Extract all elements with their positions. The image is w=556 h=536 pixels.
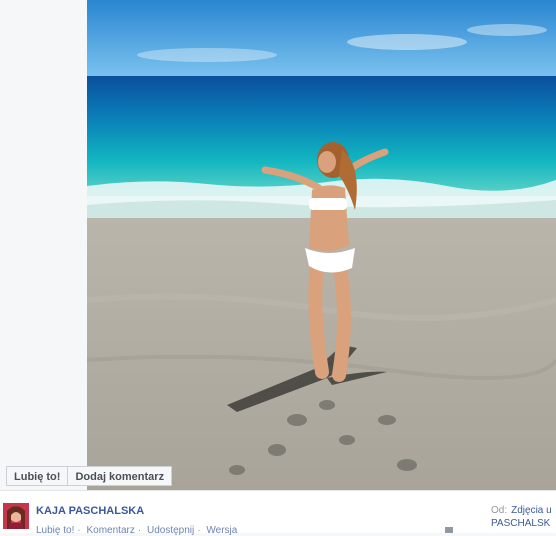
like-button[interactable]: Lubię to! xyxy=(6,466,69,486)
from-prefix: Od: xyxy=(491,505,508,516)
beach-photo xyxy=(87,0,556,490)
separator: · xyxy=(137,525,142,536)
photo-action-buttons: Lubię to! Dodaj komentarz xyxy=(6,466,173,486)
left-gutter xyxy=(0,0,87,490)
avatar-image xyxy=(3,503,29,529)
separator: · xyxy=(77,525,81,536)
post-actions: Lubię to! · Komentarz · Udostępnij · Wersja xyxy=(36,525,240,536)
menu-icon[interactable] xyxy=(445,527,453,533)
author-name[interactable]: KAJA PASCHALSKA xyxy=(36,505,144,517)
album-owner-link[interactable]: PASCHALSK xyxy=(491,518,550,529)
from-label: Od: Zdjęcia u xyxy=(491,505,552,516)
comment-link[interactable]: Komentarz xyxy=(87,525,135,536)
photo-viewer[interactable] xyxy=(87,0,556,490)
separator: · xyxy=(197,525,201,536)
share-link[interactable]: Udostępnij xyxy=(147,525,194,536)
album-link[interactable]: Zdjęcia u xyxy=(511,505,552,516)
add-comment-button[interactable]: Dodaj komentarz xyxy=(68,466,173,486)
avatar[interactable] xyxy=(3,503,29,529)
like-link[interactable]: Lubię to! xyxy=(36,525,74,536)
photo-info-bar: KAJA PASCHALSKA Lubię to! · Komentarz · Ud… xyxy=(0,490,556,536)
version-link[interactable]: Wersja xyxy=(206,525,237,536)
